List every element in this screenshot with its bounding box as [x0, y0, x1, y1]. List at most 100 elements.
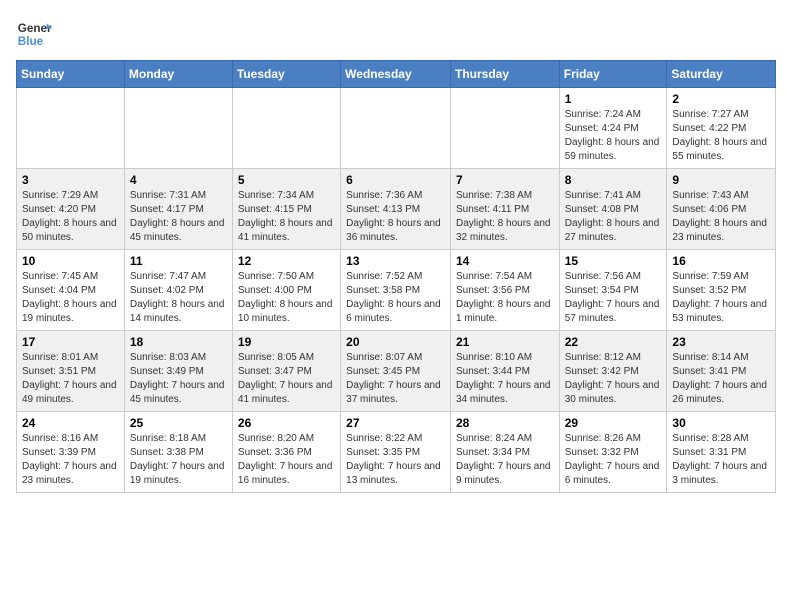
calendar-cell: 29 Sunrise: 8:26 AM Sunset: 3:32 PM Dayli…: [559, 412, 667, 493]
calendar-cell: [17, 88, 125, 169]
day-number: 5: [238, 173, 335, 187]
calendar-cell: 26 Sunrise: 8:20 AM Sunset: 3:36 PM Dayli…: [232, 412, 340, 493]
day-number: 27: [346, 416, 445, 430]
day-number: 3: [22, 173, 119, 187]
day-info: Sunrise: 8:18 AM Sunset: 3:38 PM Dayligh…: [130, 432, 227, 488]
calendar-table: SundayMondayTuesdayWednesdayThursdayFrid…: [16, 60, 776, 493]
calendar-cell: 9 Sunrise: 7:43 AM Sunset: 4:06 PM Daylig…: [667, 169, 776, 250]
calendar-cell: 14 Sunrise: 7:54 AM Sunset: 3:56 PM Dayli…: [450, 250, 559, 331]
weekday-header-sunday: Sunday: [17, 61, 125, 88]
calendar-cell: 27 Sunrise: 8:22 AM Sunset: 3:35 PM Dayli…: [341, 412, 451, 493]
weekday-header-row: SundayMondayTuesdayWednesdayThursdayFrid…: [17, 61, 776, 88]
calendar-cell: [450, 88, 559, 169]
day-info: Sunrise: 8:22 AM Sunset: 3:35 PM Dayligh…: [346, 432, 445, 488]
day-number: 18: [130, 335, 227, 349]
day-number: 2: [672, 92, 770, 106]
calendar-cell: 12Sunrise: 7:50 AM Sunset: 4:00 PM Dayli…: [232, 250, 340, 331]
day-info: Sunrise: 7:54 AM Sunset: 3:56 PM Dayligh…: [456, 270, 554, 326]
weekday-header-thursday: Thursday: [450, 61, 559, 88]
calendar-cell: 4Sunrise: 7:31 AM Sunset: 4:17 PM Daylig…: [124, 169, 232, 250]
day-number: 23: [672, 335, 770, 349]
day-info: Sunrise: 8:10 AM Sunset: 3:44 PM Dayligh…: [456, 351, 554, 407]
day-info: Sunrise: 8:26 AM Sunset: 3:32 PM Dayligh…: [565, 432, 662, 488]
day-number: 12: [238, 254, 335, 268]
day-info: Sunrise: 8:03 AM Sunset: 3:49 PM Dayligh…: [130, 351, 227, 407]
day-info: Sunrise: 7:43 AM Sunset: 4:06 PM Dayligh…: [672, 189, 770, 245]
calendar-week-row: 3 Sunrise: 7:29 AM Sunset: 4:20 PM Daylig…: [17, 169, 776, 250]
day-info: Sunrise: 7:47 AM Sunset: 4:02 PM Dayligh…: [130, 270, 227, 326]
day-number: 16: [672, 254, 770, 268]
day-number: 4: [130, 173, 227, 187]
calendar-cell: 11 Sunrise: 7:47 AM Sunset: 4:02 PM Dayli…: [124, 250, 232, 331]
calendar-cell: 19 Sunrise: 8:05 AM Sunset: 3:47 PM Dayli…: [232, 331, 340, 412]
page-header: General Blue: [16, 16, 776, 52]
day-number: 13: [346, 254, 445, 268]
calendar-cell: 7 Sunrise: 7:38 AM Sunset: 4:11 PM Daylig…: [450, 169, 559, 250]
calendar-cell: 18 Sunrise: 8:03 AM Sunset: 3:49 PM Dayli…: [124, 331, 232, 412]
day-number: 15: [565, 254, 662, 268]
day-number: 14: [456, 254, 554, 268]
calendar-cell: 1 Sunrise: 7:24 AM Sunset: 4:24 PM Daylig…: [559, 88, 667, 169]
day-info: Sunrise: 8:01 AM Sunset: 3:51 PM Dayligh…: [22, 351, 119, 407]
calendar-cell: 13 Sunrise: 7:52 AM Sunset: 3:58 PM Dayli…: [341, 250, 451, 331]
day-number: 21: [456, 335, 554, 349]
calendar-cell: 8Sunrise: 7:41 AM Sunset: 4:08 PM Daylig…: [559, 169, 667, 250]
weekday-header-tuesday: Tuesday: [232, 61, 340, 88]
day-number: 9: [672, 173, 770, 187]
day-info: Sunrise: 8:16 AM Sunset: 3:39 PM Dayligh…: [22, 432, 119, 488]
calendar-week-row: 1 Sunrise: 7:24 AM Sunset: 4:24 PM Daylig…: [17, 88, 776, 169]
day-number: 20: [346, 335, 445, 349]
day-number: 26: [238, 416, 335, 430]
day-number: 8: [565, 173, 662, 187]
calendar-cell: 16 Sunrise: 7:59 AM Sunset: 3:52 PM Dayli…: [667, 250, 776, 331]
calendar-cell: 17 Sunrise: 8:01 AM Sunset: 3:51 PM Dayli…: [17, 331, 125, 412]
weekday-header-saturday: Saturday: [667, 61, 776, 88]
day-number: 1: [565, 92, 662, 106]
calendar-cell: [232, 88, 340, 169]
day-number: 30: [672, 416, 770, 430]
calendar-cell: 23 Sunrise: 8:14 AM Sunset: 3:41 PM Dayli…: [667, 331, 776, 412]
calendar-cell: 3 Sunrise: 7:29 AM Sunset: 4:20 PM Daylig…: [17, 169, 125, 250]
calendar-week-row: 17 Sunrise: 8:01 AM Sunset: 3:51 PM Dayli…: [17, 331, 776, 412]
calendar-cell: 30Sunrise: 8:28 AM Sunset: 3:31 PM Dayli…: [667, 412, 776, 493]
day-info: Sunrise: 8:20 AM Sunset: 3:36 PM Dayligh…: [238, 432, 335, 488]
day-number: 17: [22, 335, 119, 349]
calendar-cell: 22 Sunrise: 8:12 AM Sunset: 3:42 PM Dayli…: [559, 331, 667, 412]
day-number: 28: [456, 416, 554, 430]
calendar-cell: [124, 88, 232, 169]
calendar-cell: 21 Sunrise: 8:10 AM Sunset: 3:44 PM Dayli…: [450, 331, 559, 412]
day-info: Sunrise: 7:29 AM Sunset: 4:20 PM Dayligh…: [22, 189, 119, 245]
day-number: 11: [130, 254, 227, 268]
day-info: Sunrise: 7:59 AM Sunset: 3:52 PM Dayligh…: [672, 270, 770, 326]
calendar-week-row: 10 Sunrise: 7:45 AM Sunset: 4:04 PM Dayli…: [17, 250, 776, 331]
calendar-cell: 6Sunrise: 7:36 AM Sunset: 4:13 PM Daylig…: [341, 169, 451, 250]
svg-text:Blue: Blue: [18, 35, 44, 48]
calendar-cell: 20Sunrise: 8:07 AM Sunset: 3:45 PM Dayli…: [341, 331, 451, 412]
day-info: Sunrise: 7:52 AM Sunset: 3:58 PM Dayligh…: [346, 270, 445, 326]
calendar-cell: 10 Sunrise: 7:45 AM Sunset: 4:04 PM Dayli…: [17, 250, 125, 331]
day-info: Sunrise: 7:24 AM Sunset: 4:24 PM Dayligh…: [565, 108, 662, 164]
day-info: Sunrise: 7:56 AM Sunset: 3:54 PM Dayligh…: [565, 270, 662, 326]
day-info: Sunrise: 8:14 AM Sunset: 3:41 PM Dayligh…: [672, 351, 770, 407]
day-number: 7: [456, 173, 554, 187]
calendar-week-row: 24Sunrise: 8:16 AM Sunset: 3:39 PM Dayli…: [17, 412, 776, 493]
calendar-cell: 25 Sunrise: 8:18 AM Sunset: 3:38 PM Dayli…: [124, 412, 232, 493]
day-info: Sunrise: 8:24 AM Sunset: 3:34 PM Dayligh…: [456, 432, 554, 488]
day-number: 25: [130, 416, 227, 430]
logo-icon: General Blue: [16, 16, 52, 52]
day-number: 29: [565, 416, 662, 430]
calendar-cell: 5Sunrise: 7:34 AM Sunset: 4:15 PM Daylig…: [232, 169, 340, 250]
day-number: 6: [346, 173, 445, 187]
day-info: Sunrise: 8:12 AM Sunset: 3:42 PM Dayligh…: [565, 351, 662, 407]
calendar-cell: 24Sunrise: 8:16 AM Sunset: 3:39 PM Dayli…: [17, 412, 125, 493]
day-number: 10: [22, 254, 119, 268]
day-info: Sunrise: 7:38 AM Sunset: 4:11 PM Dayligh…: [456, 189, 554, 245]
calendar-cell: [341, 88, 451, 169]
day-info: Sunrise: 8:05 AM Sunset: 3:47 PM Dayligh…: [238, 351, 335, 407]
day-number: 22: [565, 335, 662, 349]
day-number: 19: [238, 335, 335, 349]
day-info: Sunrise: 7:27 AM Sunset: 4:22 PM Dayligh…: [672, 108, 770, 164]
day-info: Sunrise: 7:45 AM Sunset: 4:04 PM Dayligh…: [22, 270, 119, 326]
weekday-header-wednesday: Wednesday: [341, 61, 451, 88]
calendar-cell: 15 Sunrise: 7:56 AM Sunset: 3:54 PM Dayli…: [559, 250, 667, 331]
